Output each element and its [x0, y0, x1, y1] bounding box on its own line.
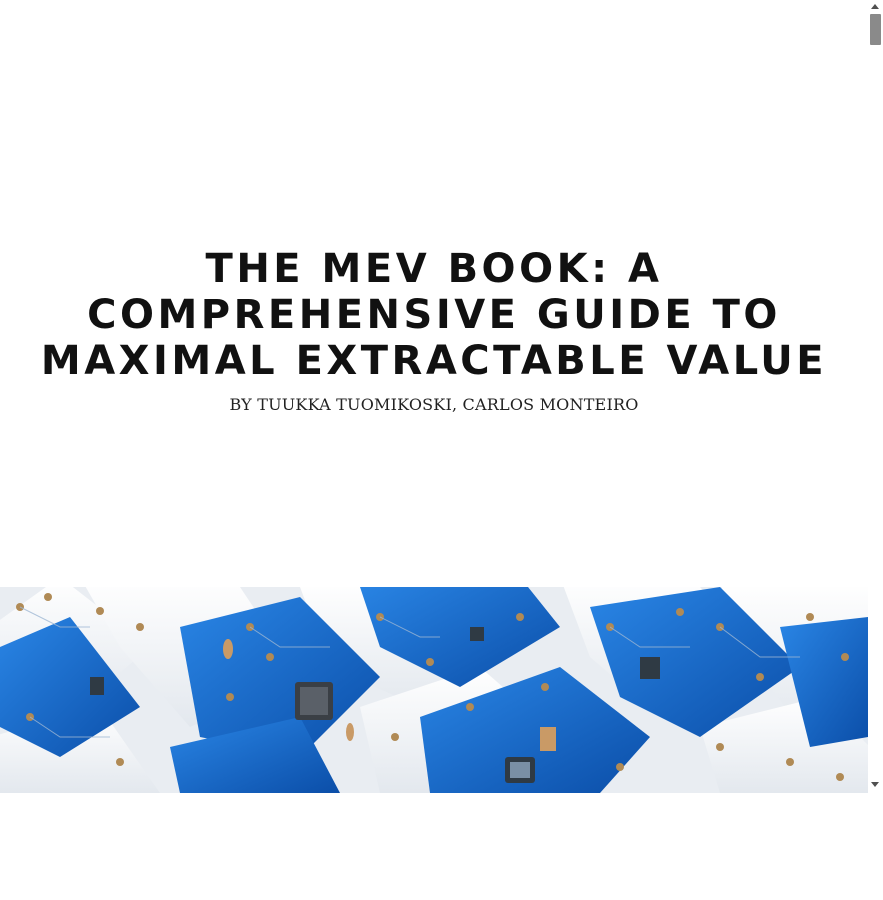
vertical-scrollbar[interactable] [868, 0, 883, 793]
page-title: THE MEV BOOK: A COMPREHENSIVE GUIDE TO M… [40, 246, 828, 384]
scroll-down-arrow-icon[interactable] [871, 782, 879, 787]
page: THE MEV BOOK: A COMPREHENSIVE GUIDE TO M… [0, 0, 883, 900]
circuit-boards-image [0, 587, 868, 793]
blank-area [0, 793, 883, 900]
scroll-up-arrow-icon[interactable] [871, 4, 879, 9]
content-viewport[interactable]: THE MEV BOOK: A COMPREHENSIVE GUIDE TO M… [0, 0, 868, 793]
byline: BY TUUKKA TUOMIKOSKI, CARLOS MONTEIRO [229, 395, 639, 414]
scrollbar-thumb[interactable] [870, 14, 881, 45]
hero-image [0, 587, 868, 793]
